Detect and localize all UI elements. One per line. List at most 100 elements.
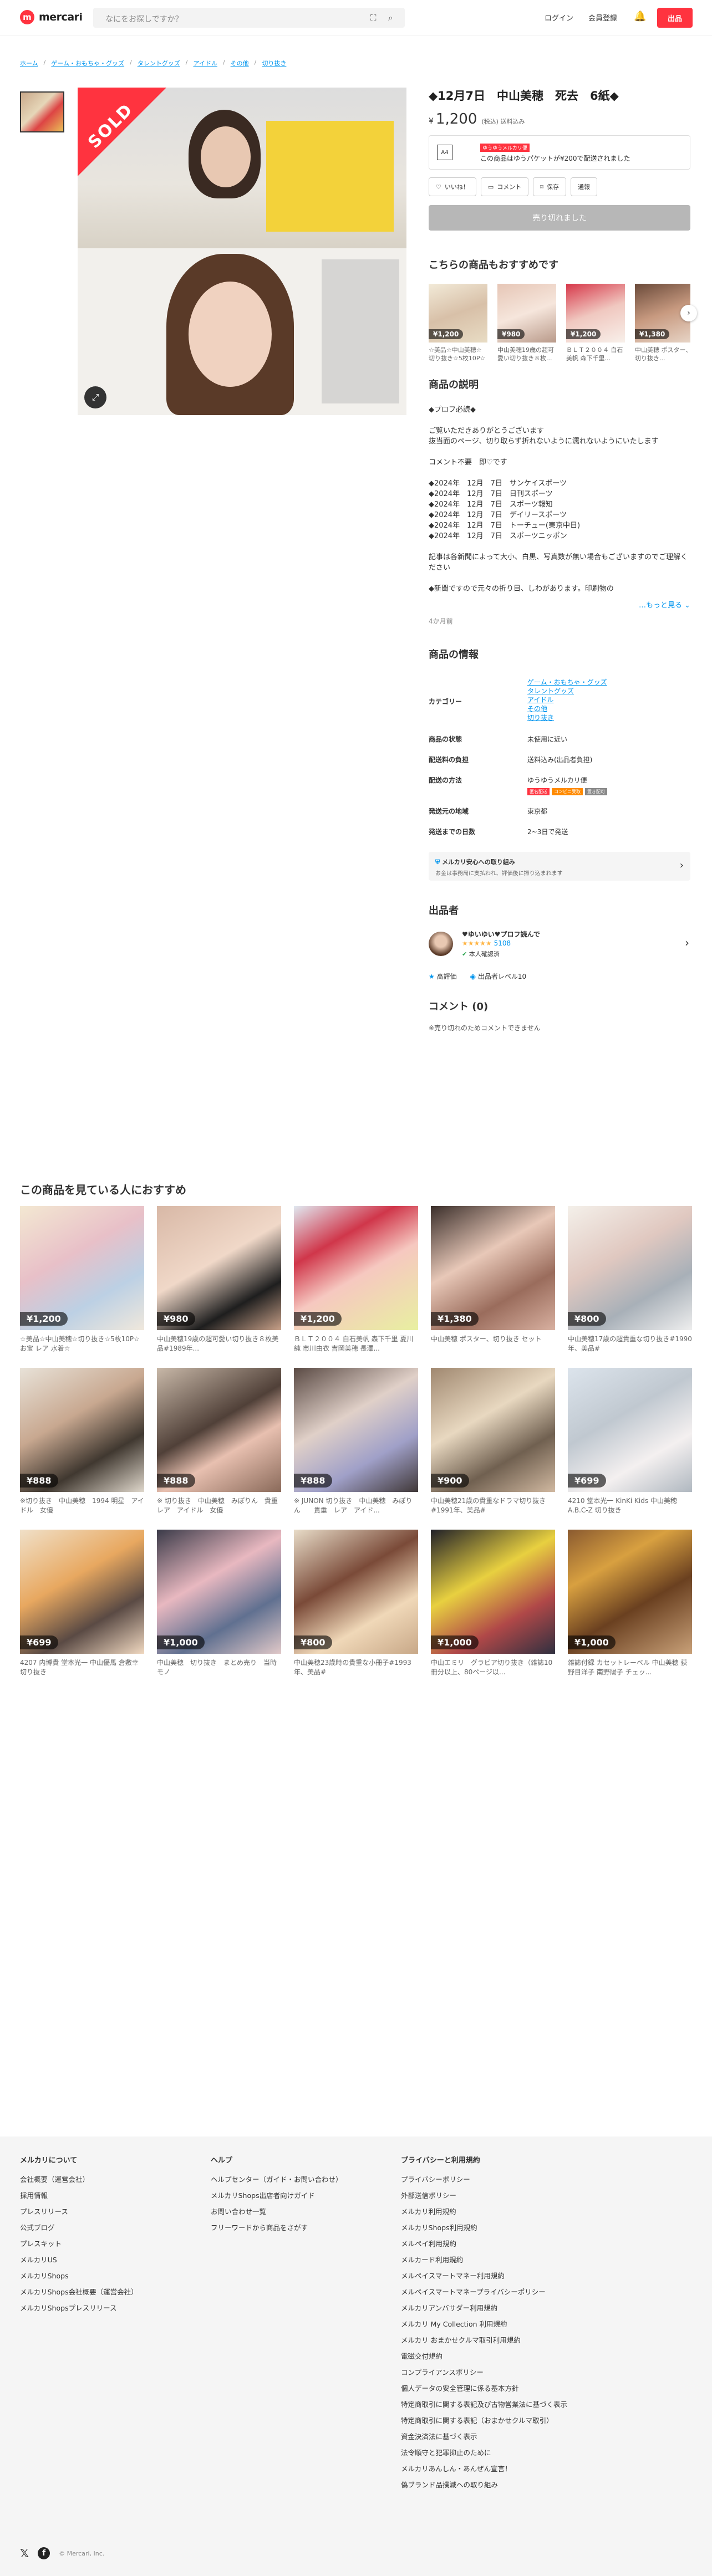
category-link[interactable]: 切り抜き: [527, 713, 690, 722]
footer-link[interactable]: 会社概要（運営会社）: [20, 2171, 138, 2187]
footer-social: 𝕏 f © Mercari, Inc.: [20, 2547, 104, 2560]
footer-link[interactable]: メルカリShops: [20, 2268, 138, 2284]
like-button[interactable]: ♡ いいね！: [429, 177, 476, 196]
footer-link[interactable]: コンプライアンスポリシー: [401, 2364, 584, 2380]
footer-link[interactable]: メルカリShops会社概要（運営会社）: [20, 2284, 138, 2300]
footer-link[interactable]: 特定商取引に関する表記（おまかせクルマ取引）: [401, 2413, 584, 2429]
footer-link[interactable]: プレスリリース: [20, 2204, 138, 2220]
facebook-icon[interactable]: f: [38, 2547, 50, 2559]
x-icon[interactable]: 𝕏: [20, 2547, 29, 2560]
info-key: カテゴリー: [429, 698, 462, 706]
footer-link[interactable]: メルカリShops利用規約: [401, 2220, 584, 2236]
zoom-icon[interactable]: ⤢: [84, 386, 106, 408]
safety-banner[interactable]: ⛨ メルカリ安心への取り組み お金は事務局に支払われ、評価後に振り込まれます ›: [429, 852, 690, 881]
breadcrumb-games[interactable]: ゲーム・おもちゃ・グッズ: [51, 59, 124, 68]
rec-name: ＢＬＴ２００４ 白石美帆 森下千里...: [566, 346, 623, 362]
footer-link[interactable]: 特定商取引に関する表記及び古物営業法に基づく表示: [401, 2396, 584, 2413]
login-link[interactable]: ログイン: [545, 12, 573, 23]
footer-link[interactable]: フリーワードから商品をさがす: [211, 2220, 343, 2236]
footer-link[interactable]: お問い合わせ一覧: [211, 2204, 343, 2220]
bell-icon[interactable]: 🔔: [634, 11, 646, 22]
carousel-next-icon[interactable]: ›: [680, 305, 697, 321]
show-more-link[interactable]: …もっと見る ⌄: [627, 600, 690, 611]
price-currency: ¥: [429, 117, 434, 126]
search-input[interactable]: なにをお探しですか？ ⛶ ⌕: [93, 8, 405, 28]
footer-link[interactable]: プライバシーポリシー: [401, 2171, 584, 2187]
footer-link[interactable]: メルペイスマートマネー利用規約: [401, 2268, 584, 2284]
grid-item[interactable]: ¥1,000 雑誌付録 カセットレーベル 中山美穂 荻野目洋子 南野陽子 チェッ.…: [568, 1530, 692, 1691]
grid-item[interactable]: ¥888 ※ 切り抜き 中山美穂 みぽりん 貴重 レア アイドル 女優: [157, 1368, 281, 1530]
footer-link[interactable]: 偽ブランド品撲滅への取り組み: [401, 2477, 584, 2493]
footer-link[interactable]: 個人データの安全管理に係る基本方針: [401, 2380, 584, 2396]
footer-link[interactable]: メルカリアンバサダー利用規約: [401, 2300, 584, 2316]
image-search-icon[interactable]: ⛶: [370, 13, 377, 23]
footer-link[interactable]: メルカリ利用規約: [401, 2204, 584, 2220]
grid-item-image: ¥980: [157, 1206, 281, 1330]
shipping-text: この商品はゆうパケットが¥200で配送されました: [480, 155, 630, 162]
grid-item[interactable]: ¥888 ※切り抜き 中山美穂 1994 明星 アイドル 女優: [20, 1368, 144, 1530]
grid-item[interactable]: ¥800 中山美穂23歳時の貴重な小冊子#1993年、美品#: [294, 1530, 418, 1691]
category-link[interactable]: タレントグッズ: [527, 687, 690, 696]
rec-item[interactable]: ¥1,200 ＢＬＴ２００４ 白石美帆 森下千里...: [566, 284, 625, 362]
seller-card[interactable]: ♥ゆいゆい♥プロフ読んで ★★★★★ 5108 ✔ 本人確認済 ›: [429, 928, 690, 959]
product-thumbnail[interactable]: [20, 91, 64, 132]
breadcrumb-clipping[interactable]: 切り抜き: [262, 59, 286, 68]
rec-item[interactable]: ¥980 中山美穂19歳の超可愛い切り抜き８枚...: [497, 284, 556, 362]
footer-link[interactable]: メルカリShopsプレスリリース: [20, 2300, 138, 2316]
grid-item[interactable]: ¥800 中山美穂17歳の超貴重な切り抜き#1990年、美品#: [568, 1206, 692, 1368]
product-main-image[interactable]: SOLD ⤢: [78, 88, 406, 415]
search-icon[interactable]: ⌕: [388, 13, 393, 23]
footer-link[interactable]: 公式ブログ: [20, 2220, 138, 2236]
grid-item[interactable]: ¥699 4207 内博貴 堂本光一 中山優馬 倉敷幸 切り抜き: [20, 1530, 144, 1691]
category-link[interactable]: その他: [527, 704, 690, 713]
report-button[interactable]: 通報: [570, 177, 597, 196]
grid-item-price: ¥1,200: [294, 1312, 342, 1326]
grid-item-image: ¥888: [294, 1368, 418, 1492]
grid-item[interactable]: ¥900 中山美穂21歳の貴重なドラマ切り抜き#1991年、美品#: [431, 1368, 555, 1530]
footer-link[interactable]: プレスキット: [20, 2236, 138, 2252]
breadcrumb-other[interactable]: その他: [231, 59, 249, 68]
grid-item[interactable]: ¥1,000 中山エミリ グラビア切り抜き（雑誌10冊分以上、80ページ以...: [431, 1530, 555, 1691]
footer-link[interactable]: メルペイ利用規約: [401, 2236, 584, 2252]
category-link[interactable]: ゲーム・おもちゃ・グッズ: [527, 678, 690, 687]
logo[interactable]: m mercari: [20, 10, 83, 24]
grid-item[interactable]: ¥1,380 中山美穂 ポスター、切り抜き セット: [431, 1206, 555, 1368]
comment-button[interactable]: ▭ コメント: [480, 177, 529, 196]
footer-link[interactable]: メルカリ おまかせクルマ取引利用規約: [401, 2332, 584, 2348]
breadcrumb-idol[interactable]: アイドル: [194, 59, 217, 68]
footer-link[interactable]: メルカリUS: [20, 2252, 138, 2268]
footer-link[interactable]: 採用情報: [20, 2187, 138, 2204]
footer-link[interactable]: ヘルプセンター（ガイド・お問い合わせ）: [211, 2171, 343, 2187]
save-button[interactable]: ⌑ 保存: [533, 177, 566, 196]
footer-link[interactable]: メルペイスマートマネープライバシーポリシー: [401, 2284, 584, 2300]
footer-link[interactable]: 資金決済法に基づく表示: [401, 2429, 584, 2445]
footer-link[interactable]: メルカリShops出店者向けガイド: [211, 2187, 343, 2204]
rec-item[interactable]: ¥1,200 ☆美品☆中山美穂☆切り抜き☆5枚10P☆お宝 レア 水着☆: [429, 284, 487, 362]
grid-item[interactable]: ¥1,200 ＢＬＴ２００４ 白石美帆 森下千里 夏川純 市川由衣 吉岡美穂 長澤…: [294, 1206, 418, 1368]
avatar: [429, 932, 453, 956]
footer-link[interactable]: メルカード利用規約: [401, 2252, 584, 2268]
footer-link[interactable]: 電磁交付規約: [401, 2348, 584, 2364]
comment-label: コメント: [497, 183, 522, 191]
price-row: ¥ 1,200 (税込) 送料込み: [429, 111, 690, 127]
footer-link[interactable]: メルカリあんしん・あんぜん宣言！: [401, 2461, 584, 2477]
footer-link[interactable]: メルカリ My Collection 利用規約: [401, 2316, 584, 2332]
rec-item[interactable]: ¥1,380 中山美穂 ポスター、切り抜き...: [635, 284, 690, 362]
grid-item[interactable]: ¥888 ※ JUNON 切り抜き 中山美穂 みぽりん 貴重 レア アイド...: [294, 1368, 418, 1530]
grid-item[interactable]: ¥980 中山美穂19歳の超可愛い切り抜き８枚美品#1989年...: [157, 1206, 281, 1368]
sell-button[interactable]: 出品: [657, 8, 693, 28]
grid-item-price: ¥888: [294, 1474, 332, 1488]
category-link[interactable]: アイドル: [527, 696, 690, 704]
grid-item-name: ＢＬＴ２００４ 白石美帆 森下千里 夏川純 市川由衣 吉岡美穂 長澤...: [294, 1335, 414, 1352]
info-key: 商品の状態: [429, 735, 462, 743]
grid-item[interactable]: ¥1,200 ☆美品☆中山美穂☆切り抜き☆5枚10P☆お宝 レア 水着☆: [20, 1206, 144, 1368]
action-bar: ♡ いいね！ ▭ コメント ⌑ 保存 通報: [429, 177, 690, 196]
info-row: 発送までの日数 2~3日で発送: [429, 819, 690, 840]
footer-link[interactable]: 外部送信ポリシー: [401, 2187, 584, 2204]
breadcrumb-home[interactable]: ホーム: [20, 59, 38, 68]
signup-link[interactable]: 会員登録: [588, 12, 617, 23]
grid-item[interactable]: ¥699 4210 堂本光一 KinKi Kids 中山美穂 A.B.C-Z 切り…: [568, 1368, 692, 1530]
grid-item[interactable]: ¥1,000 中山美穂 切り抜き まとめ売り 当時モノ: [157, 1530, 281, 1691]
breadcrumb-talent[interactable]: タレントグッズ: [138, 59, 180, 68]
footer-link[interactable]: 法令順守と犯罪抑止のために: [401, 2445, 584, 2461]
